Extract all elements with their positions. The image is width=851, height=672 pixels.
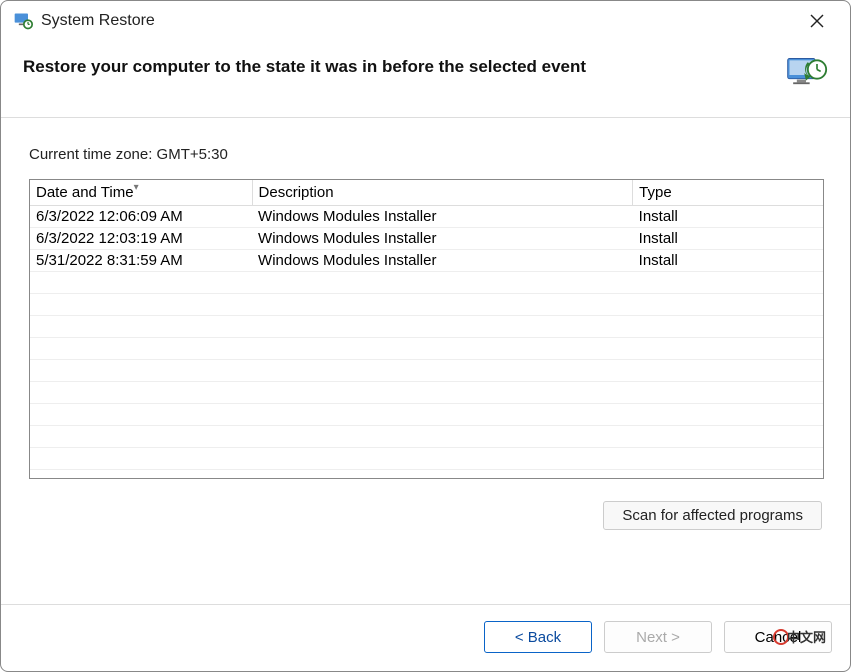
instruction-text: Restore your computer to the state it wa… — [23, 53, 764, 77]
cell-desc: Windows Modules Installer — [252, 250, 633, 272]
timezone-label: Current time zone: GMT+5:30 — [29, 146, 824, 163]
window-title: System Restore — [41, 12, 796, 30]
table-row-empty — [30, 448, 823, 470]
content-area: Current time zone: GMT+5:30 Date and Tim… — [1, 118, 850, 604]
table-row-empty — [30, 404, 823, 426]
column-header-date-label: Date and Time — [36, 184, 134, 201]
scan-affected-programs-button[interactable]: Scan for affected programs — [603, 501, 822, 530]
table-row-empty — [30, 316, 823, 338]
table-row-empty — [30, 426, 823, 448]
system-restore-icon — [13, 11, 33, 31]
back-button[interactable]: < Back — [484, 621, 592, 653]
close-icon — [810, 14, 824, 28]
next-button[interactable]: Next > — [604, 621, 712, 653]
cell-date: 6/3/2022 12:06:09 AM — [30, 206, 252, 228]
table-row-empty — [30, 338, 823, 360]
table-row-empty — [30, 272, 823, 294]
column-header-type-label: Type — [639, 184, 672, 201]
column-header-date[interactable]: Date and Time ▾ — [30, 180, 252, 206]
scan-row: Scan for affected programs — [29, 479, 824, 530]
cell-type: Install — [633, 250, 823, 272]
titlebar: System Restore — [1, 1, 850, 39]
wizard-footer: < Back Next > Cancel 中文网 — [1, 604, 850, 671]
table-row[interactable]: 6/3/2022 12:06:09 AMWindows Modules Inst… — [30, 206, 823, 228]
table-row[interactable]: 6/3/2022 12:03:19 AMWindows Modules Inst… — [30, 228, 823, 250]
restore-points-table[interactable]: Date and Time ▾ Description Type 6/3/202… — [29, 179, 824, 479]
cell-date: 6/3/2022 12:03:19 AM — [30, 228, 252, 250]
table-row-empty — [30, 294, 823, 316]
close-button[interactable] — [796, 6, 838, 36]
cancel-button[interactable]: Cancel — [724, 621, 832, 653]
cell-type: Install — [633, 206, 823, 228]
table-row-empty — [30, 360, 823, 382]
restore-large-icon — [784, 53, 828, 97]
table-row-empty — [30, 382, 823, 404]
header-area: Restore your computer to the state it wa… — [1, 39, 850, 118]
sort-descending-icon: ▾ — [134, 182, 139, 193]
cell-desc: Windows Modules Installer — [252, 206, 633, 228]
cell-type: Install — [633, 228, 823, 250]
table-row[interactable]: 5/31/2022 8:31:59 AMWindows Modules Inst… — [30, 250, 823, 272]
cell-date: 5/31/2022 8:31:59 AM — [30, 250, 252, 272]
cell-desc: Windows Modules Installer — [252, 228, 633, 250]
column-header-type[interactable]: Type — [633, 180, 823, 206]
column-header-description[interactable]: Description — [252, 180, 633, 206]
column-header-description-label: Description — [259, 184, 334, 201]
